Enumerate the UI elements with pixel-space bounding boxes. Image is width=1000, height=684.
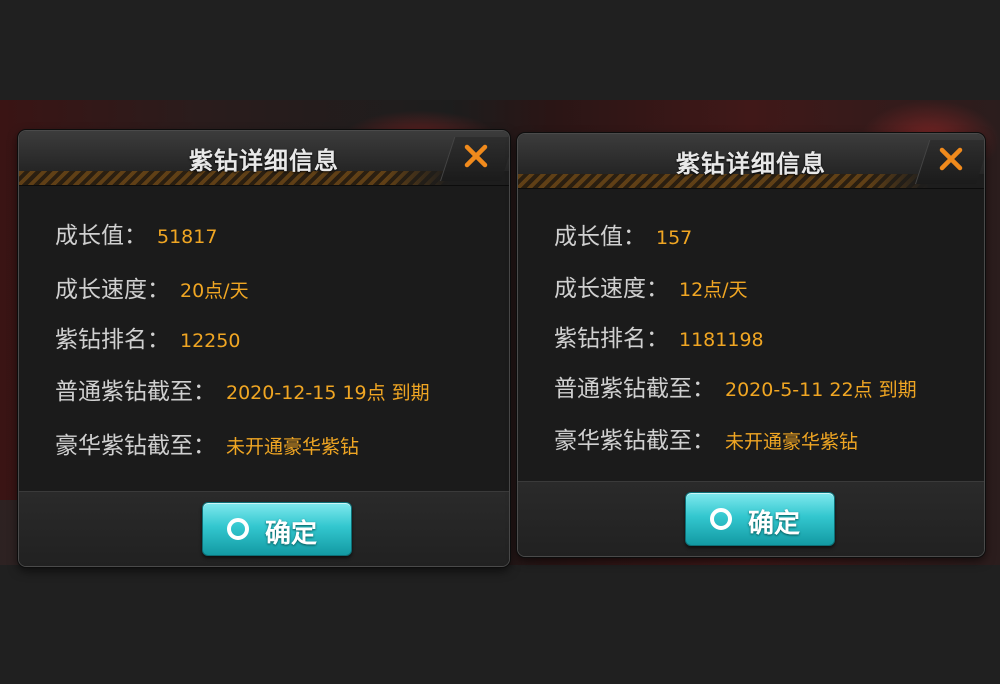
dialog-titlebar: 紫钻详细信息 — [19, 131, 509, 186]
normal-expiry-row: 普通紫钻截至： 2020-12-15 19点 到期 — [55, 372, 430, 406]
row-value: 未开通豪华紫钻 — [725, 431, 859, 453]
info-area: 成长值： 157 成长速度： 12点/天 紫钻排名： 1181198 普通紫钻截至： 2… — [518, 189, 984, 495]
deluxe-expiry-row: 豪华紫钻截至： 未开通豪华紫钻 — [554, 421, 858, 455]
confirm-button[interactable]: 确定 — [685, 492, 835, 546]
rank-row: 紫钻排名： 12250 — [55, 320, 240, 354]
row-label: 豪华紫钻截至： — [55, 433, 216, 459]
confirm-label: 确定 — [748, 509, 801, 539]
growth-speed-row: 成长速度： 12点/天 — [554, 269, 748, 303]
row-label: 普通紫钻截至： — [554, 376, 715, 402]
row-value: 51817 — [157, 226, 218, 248]
row-label: 普通紫钻截至： — [55, 379, 216, 405]
confirm-label: 确定 — [265, 519, 318, 549]
confirm-button[interactable]: 确定 — [202, 502, 352, 556]
vip-info-dialog-2: 紫钻详细信息 成长值： 157 成长速度： 12点/天 紫钻排名： 1181198 普… — [517, 133, 985, 557]
rank-row: 紫钻排名： 1181198 — [554, 319, 764, 353]
row-label: 成长值： — [554, 224, 646, 250]
normal-expiry-row: 普通紫钻截至： 2020-5-11 22点 到期 — [554, 369, 917, 403]
dialog-title: 紫钻详细信息 — [676, 150, 826, 178]
row-label: 成长速度： — [55, 277, 170, 303]
row-label: 成长速度： — [554, 276, 669, 302]
growth-value-row: 成长值： 157 — [554, 217, 692, 251]
row-value: 12点/天 — [679, 279, 748, 301]
ring-icon — [710, 508, 732, 530]
row-value: 2020-12-15 19点 到期 — [226, 382, 430, 404]
dialog-title: 紫钻详细信息 — [189, 147, 339, 175]
row-value: 未开通豪华紫钻 — [226, 436, 360, 458]
row-label: 紫钻排名： — [554, 326, 669, 352]
dialog-footer: 确定 — [518, 481, 984, 556]
row-value: 2020-5-11 22点 到期 — [725, 379, 917, 401]
row-value: 20点/天 — [180, 280, 249, 302]
row-label: 豪华紫钻截至： — [554, 428, 715, 454]
row-label: 成长值： — [55, 223, 147, 249]
growth-speed-row: 成长速度： 20点/天 — [55, 270, 249, 304]
row-label: 紫钻排名： — [55, 327, 170, 353]
vip-info-dialog-1: 紫钻详细信息 成长值： 51817 成长速度： 20点/天 紫钻排名： 12250 普… — [18, 130, 510, 567]
close-icon[interactable] — [938, 146, 964, 172]
row-value: 157 — [656, 227, 693, 249]
row-value: 1181198 — [679, 329, 764, 351]
close-icon[interactable] — [463, 143, 489, 169]
ring-icon — [227, 518, 249, 540]
growth-value-row: 成长值： 51817 — [55, 216, 217, 250]
row-value: 12250 — [180, 330, 241, 352]
deluxe-expiry-row: 豪华紫钻截至： 未开通豪华紫钻 — [55, 426, 359, 460]
dialog-footer: 确定 — [19, 491, 509, 566]
info-area: 成长值： 51817 成长速度： 20点/天 紫钻排名： 12250 普通紫钻截至： 2… — [19, 186, 509, 492]
dialog-titlebar: 紫钻详细信息 — [518, 134, 984, 189]
